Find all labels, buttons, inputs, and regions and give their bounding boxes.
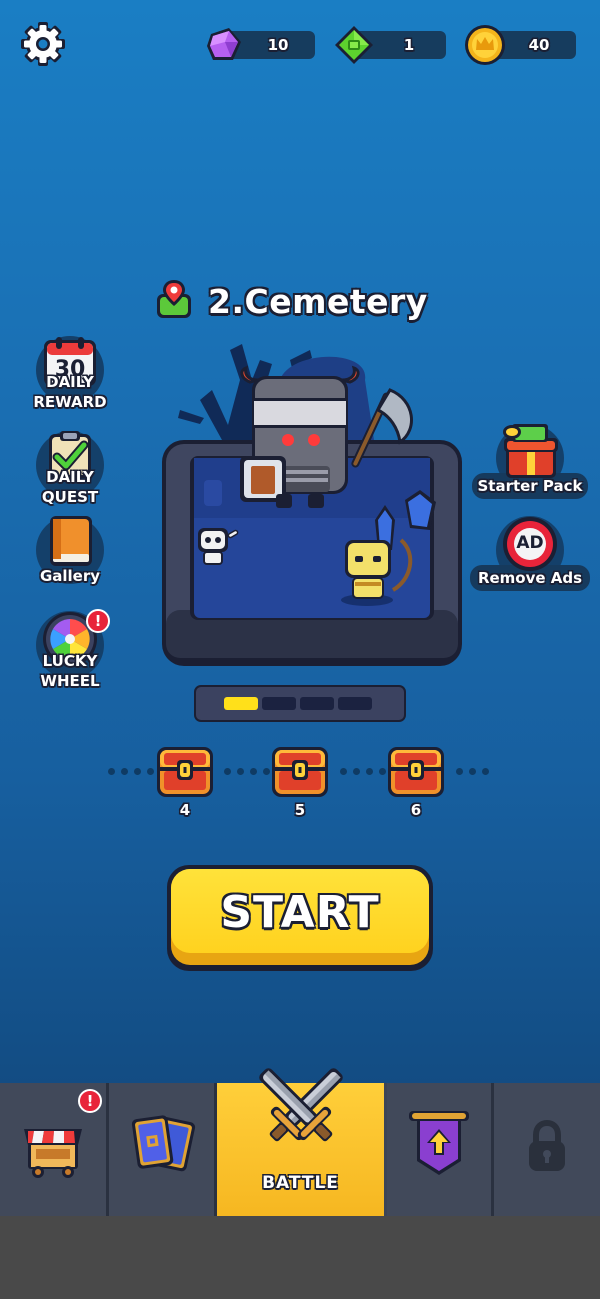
chest-number-1: 4 bbox=[179, 801, 191, 819]
daily-reward-label-1: DAILY bbox=[46, 373, 94, 391]
lucky-wheel-alert: ! bbox=[86, 609, 110, 633]
level-title: 2.Cemetery bbox=[208, 282, 428, 321]
emerald-icon bbox=[335, 26, 373, 64]
starter-pack-button[interactable]: Starter Pack bbox=[472, 418, 588, 499]
stage-progress bbox=[194, 685, 406, 722]
tab-upgrade[interactable] bbox=[387, 1083, 494, 1216]
ad-text: AD bbox=[516, 533, 544, 553]
chest-reward-1[interactable]: 4 bbox=[156, 745, 214, 825]
tab-shop[interactable]: ! bbox=[0, 1083, 109, 1216]
gems-value: 10 bbox=[267, 36, 289, 54]
tab-locked[interactable] bbox=[494, 1083, 600, 1216]
shop-alert: ! bbox=[78, 1089, 102, 1113]
lucky-wheel-label-1: LUCKY bbox=[42, 652, 98, 670]
daily-reward-label-2: REWARD bbox=[33, 393, 107, 411]
shop-stall-icon bbox=[24, 1129, 82, 1178]
chest-icon bbox=[388, 747, 444, 797]
gem-icon bbox=[207, 28, 241, 60]
remove-ads-button[interactable]: AD Remove Ads bbox=[470, 510, 590, 591]
start-button[interactable]: START bbox=[167, 865, 433, 971]
lock-icon bbox=[529, 1119, 565, 1171]
level-preview[interactable] bbox=[140, 320, 480, 680]
gift-icon bbox=[503, 424, 558, 478]
tab-cards[interactable] bbox=[109, 1083, 217, 1216]
daily-quest-button[interactable]: DAILY QUEST bbox=[30, 425, 110, 506]
chest-number-3: 6 bbox=[410, 801, 422, 819]
progress-segment-3 bbox=[300, 697, 334, 710]
progress-segment-2 bbox=[262, 697, 296, 710]
cards-icon bbox=[131, 1115, 196, 1172]
book-icon bbox=[50, 516, 92, 566]
alert-icon: ! bbox=[94, 612, 102, 630]
lucky-wheel-label-2: WHEEL bbox=[40, 672, 100, 690]
crossed-swords-icon bbox=[259, 1068, 343, 1142]
tab-battle-label: BATTLE bbox=[262, 1173, 339, 1193]
lucky-wheel-button[interactable]: ! LUCKY WHEEL bbox=[30, 605, 110, 690]
daily-quest-label-1: DAILY bbox=[46, 468, 94, 486]
settings-button[interactable] bbox=[20, 21, 66, 67]
start-label: START bbox=[220, 887, 380, 938]
emeralds-value: 1 bbox=[403, 36, 415, 54]
gallery-label: Gallery bbox=[39, 567, 101, 585]
chest-number-2: 5 bbox=[294, 801, 306, 819]
remove-ads-label: Remove Ads bbox=[477, 569, 583, 587]
gallery-button[interactable]: Gallery bbox=[30, 510, 110, 590]
progress-segment-1 bbox=[224, 697, 258, 710]
daily-quest-label-2: QUEST bbox=[41, 488, 99, 506]
progress-segment-4 bbox=[338, 697, 372, 710]
upgrade-banner-icon bbox=[409, 1111, 469, 1175]
chest-reward-2[interactable]: 5 bbox=[271, 745, 329, 825]
starter-pack-label: Starter Pack bbox=[477, 477, 583, 495]
chest-reward-3[interactable]: 6 bbox=[387, 745, 445, 825]
system-bar bbox=[0, 1216, 600, 1299]
crowns-value: 40 bbox=[528, 36, 550, 54]
alert-icon: ! bbox=[86, 1092, 94, 1110]
daily-reward-button[interactable]: 30 DAILY REWARD bbox=[30, 330, 110, 411]
map-pin-icon bbox=[157, 280, 191, 318]
gear-icon bbox=[21, 22, 65, 66]
chest-icon bbox=[157, 747, 213, 797]
chest-icon bbox=[272, 747, 328, 797]
crown-coin-icon bbox=[465, 25, 505, 65]
